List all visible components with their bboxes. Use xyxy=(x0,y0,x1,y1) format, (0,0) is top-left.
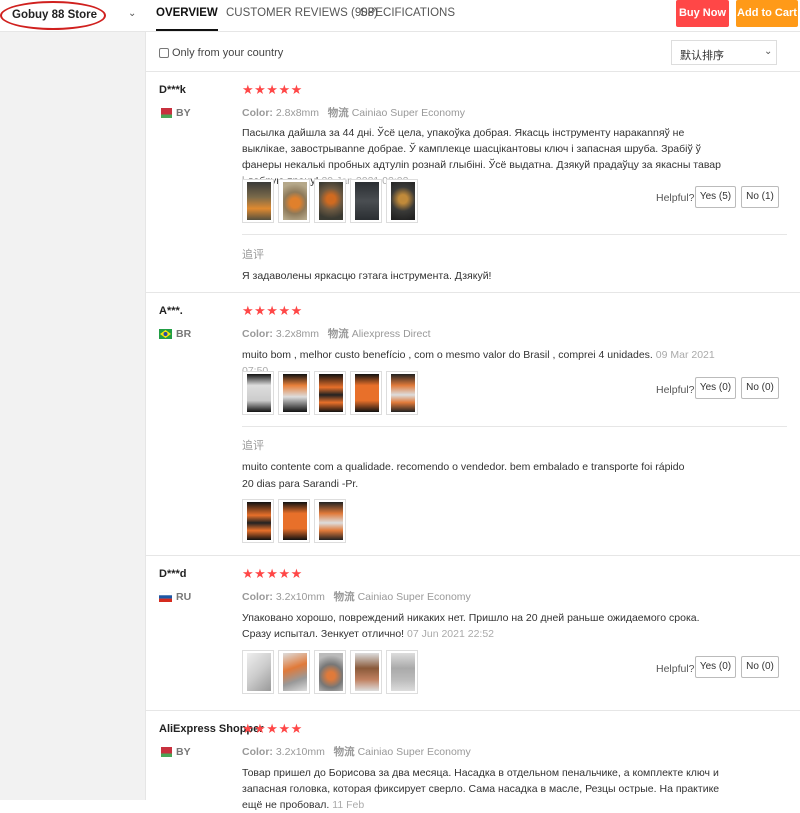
review-photo[interactable] xyxy=(242,499,274,543)
helpful-label: Helpful? xyxy=(656,384,695,396)
helpful-no-button[interactable]: No (0) xyxy=(741,377,779,399)
review-meta: Color: 2.8x8mm 物流 Cainiao Super Economy xyxy=(242,107,465,119)
review-meta: Color: 3.2x10mm 物流 Cainiao Super Economy xyxy=(242,591,471,603)
review-photo[interactable] xyxy=(278,179,310,223)
reviewer-name: D***k xyxy=(159,84,186,96)
reviewer-country: RU xyxy=(176,591,192,603)
filter-bar: Only from your country 默认排序 ⌄ xyxy=(146,32,800,72)
review-photo[interactable] xyxy=(278,371,310,415)
review-photo[interactable] xyxy=(314,179,346,223)
belarus-flag-icon xyxy=(159,108,172,118)
review-photo[interactable] xyxy=(242,371,274,415)
only-country-label[interactable]: Only from your country xyxy=(172,47,283,59)
review-photo[interactable] xyxy=(314,650,346,694)
store-selector[interactable]: Gobuy 88 Store ⌄ xyxy=(0,0,146,32)
add-to-cart-button[interactable]: Add to Cart xyxy=(736,0,798,27)
followup-label: 追评 xyxy=(242,440,264,452)
belarus-flag-icon xyxy=(159,747,172,757)
only-country-checkbox[interactable] xyxy=(159,48,169,58)
review-photo[interactable] xyxy=(350,371,382,415)
review-photo[interactable] xyxy=(350,650,382,694)
helpful-no-button[interactable]: No (0) xyxy=(741,656,779,678)
review-item: AliExpress Shopper BY ★★★★★ Color: 3.2x1… xyxy=(146,711,800,811)
tab-specifications[interactable]: SPECIFICATIONS xyxy=(360,7,455,31)
russia-flag-icon xyxy=(159,592,172,602)
rating-stars: ★★★★★ xyxy=(242,303,303,318)
helpful-yes-button[interactable]: Yes (0) xyxy=(695,656,736,678)
review-photo[interactable] xyxy=(278,650,310,694)
divider xyxy=(242,426,787,427)
rating-stars: ★★★★★ xyxy=(242,82,303,97)
review-text: Упаковано хорошо, повреждений никаких не… xyxy=(242,612,700,640)
top-bar: Gobuy 88 Store ⌄ OVERVIEW CUSTOMER REVIE… xyxy=(0,0,800,32)
sort-value: 默认排序 xyxy=(680,50,724,62)
tab-customer-reviews[interactable]: CUSTOMER REVIEWS (908) xyxy=(226,7,378,31)
reviewer-country: BY xyxy=(176,746,191,758)
reviewer-country: BR xyxy=(176,328,192,340)
review-meta: Color: 3.2x8mm 物流 Aliexpress Direct xyxy=(242,328,431,340)
reviewer-name: A***. xyxy=(159,305,183,317)
helpful-no-button[interactable]: No (1) xyxy=(741,186,779,208)
review-photo[interactable] xyxy=(350,179,382,223)
review-meta: Color: 3.2x10mm 物流 Cainiao Super Economy xyxy=(242,746,471,758)
followup-label: 追评 xyxy=(242,249,264,261)
followup-text: Я задаволены яркасцю гэтага інструмента.… xyxy=(242,270,492,282)
review-date: 07 Jun 2021 22:52 xyxy=(407,628,495,640)
review-photo[interactable] xyxy=(386,371,418,415)
review-photo[interactable] xyxy=(242,650,274,694)
buy-now-button[interactable]: Buy Now xyxy=(676,0,729,27)
review-item: D***k BY ★★★★★ Color: 2.8x8mm 物流 Cainiao… xyxy=(146,72,800,293)
reviewer-country: BY xyxy=(176,107,191,119)
divider xyxy=(242,234,787,235)
helpful-yes-button[interactable]: Yes (0) xyxy=(695,377,736,399)
rating-stars: ★★★★★ xyxy=(242,721,303,736)
reviewer-name: D***d xyxy=(159,568,187,580)
red-circle-annotation xyxy=(0,1,106,30)
chevron-down-icon[interactable]: ⌄ xyxy=(128,8,136,19)
left-panel xyxy=(0,32,146,800)
helpful-yes-button[interactable]: Yes (5) xyxy=(695,186,736,208)
review-photo[interactable] xyxy=(314,499,346,543)
review-date: 11 Feb xyxy=(332,799,365,811)
review-photo[interactable] xyxy=(278,499,310,543)
review-photo[interactable] xyxy=(386,650,418,694)
helpful-label: Helpful? xyxy=(656,663,695,675)
review-item: D***d RU ★★★★★ Color: 3.2x10mm 物流 Cainia… xyxy=(146,556,800,711)
chevron-down-icon: ⌄ xyxy=(764,46,773,57)
review-photo[interactable] xyxy=(386,179,418,223)
helpful-label: Helpful? xyxy=(656,192,695,204)
review-text: Товар пришел до Борисова за два месяца. … xyxy=(242,767,720,811)
review-photo[interactable] xyxy=(242,179,274,223)
review-photo[interactable] xyxy=(314,371,346,415)
review-item: A***. BR ★★★★★ Color: 3.2x8mm 物流 Aliexpr… xyxy=(146,293,800,556)
rating-stars: ★★★★★ xyxy=(242,566,303,581)
followup-text: muito contente com a qualidade. recomend… xyxy=(242,461,685,490)
sort-dropdown[interactable]: 默认排序 ⌄ xyxy=(671,40,777,65)
tab-overview[interactable]: OVERVIEW xyxy=(156,7,218,31)
brazil-flag-icon xyxy=(159,329,172,339)
